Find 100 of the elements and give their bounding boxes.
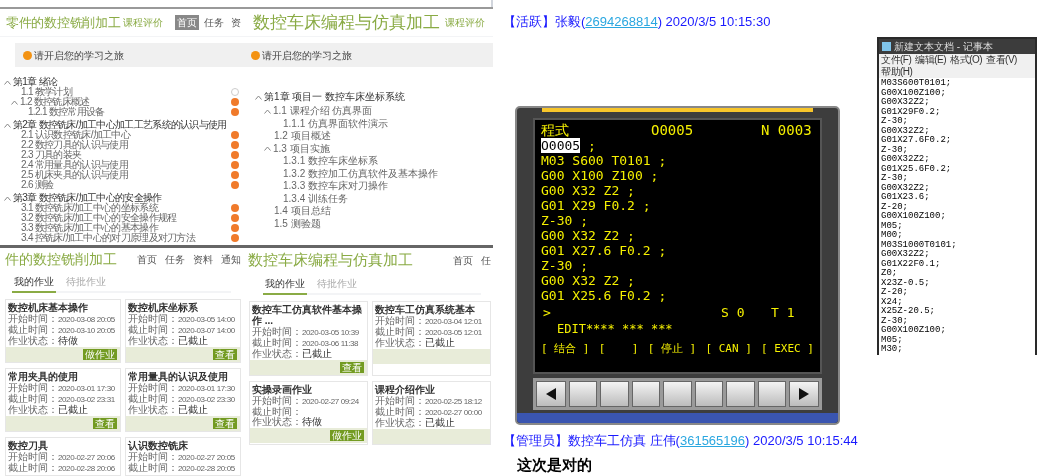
menu-item[interactable]: 编辑(E) (915, 54, 947, 66)
softkey-button[interactable] (757, 380, 786, 407)
nav-link[interactable]: 首页 (137, 251, 157, 267)
outline-item[interactable]: 1.2 数控铣床概述 (20, 97, 90, 107)
menu-item[interactable]: 帮助(H) (881, 66, 913, 78)
outline-item[interactable]: 第3章 数控铣床/加工中心的安全操作 (13, 193, 162, 203)
text-line: Z-30; (881, 174, 909, 184)
assignment-info: 开始时间：2020-02-27 20:06 (8, 452, 116, 463)
nav-link[interactable]: 任务 (165, 251, 185, 267)
softkey-button[interactable] (600, 380, 629, 407)
outline-item[interactable]: 2.1 认识数控铣床/加工中心 (21, 130, 130, 140)
assignment-info: 截止时间：2020-02-28 20:06 (8, 463, 116, 474)
assignment-title[interactable]: 常用量具的认识及使用 (128, 371, 238, 382)
chevron-up-icon[interactable] (4, 195, 11, 201)
nav-tab[interactable]: 任务 (202, 15, 226, 30)
softkey-button[interactable] (569, 380, 598, 407)
outline-item[interactable]: 第1章 绪论 (13, 77, 58, 87)
nav-tab[interactable]: 资 (229, 15, 243, 30)
nav-link[interactable]: 任 (481, 252, 491, 268)
view-button[interactable]: 做作业 (83, 349, 117, 360)
outline-item[interactable]: 2.4 常用量具的认识与使用 (21, 160, 128, 170)
menu-item[interactable]: 格式(O) (950, 54, 983, 66)
menu-item[interactable]: 查看(V) (986, 54, 1017, 66)
outline-item[interactable]: 1.3.4 训练任务 (283, 192, 349, 205)
softkey-label: [ ] (598, 340, 639, 356)
softkey-button[interactable] (663, 380, 692, 407)
outline-item[interactable]: 2.2 数控刀具的认识与使用 (21, 140, 128, 150)
text-line: G00X32Z2; (881, 250, 931, 260)
outline-item[interactable]: 1.2 项目概述 (274, 130, 331, 142)
outline-item[interactable]: 3.2 数控铣床/加工中心的安全操作规程 (21, 213, 177, 223)
chevron-up-icon[interactable] (4, 122, 11, 128)
course-title: 数控车床编程与仿真加工 (253, 11, 440, 34)
outline-item[interactable]: 3.4 控铣床/加工中心的对刀原理及对刀方法 (21, 233, 196, 243)
outline-item[interactable]: 1.4 项目总结 (274, 205, 331, 217)
outline-item[interactable]: 1.3.1 数控车床坐标系 (283, 155, 379, 167)
softkey-button[interactable] (726, 380, 755, 407)
notepad-icon (882, 42, 891, 51)
assignment-title[interactable]: 数控车工仿真软件基本操作 ... (252, 304, 365, 326)
left-arrow-button[interactable] (536, 380, 566, 407)
assignment-title[interactable]: 认识数控铣床 (128, 440, 238, 451)
menu-item[interactable]: 文件(F) (881, 54, 912, 66)
text-line: G01X23.6; (881, 193, 931, 203)
text-line: X23Z-0.5; (881, 278, 931, 288)
outline-item[interactable]: 1.2.1 数控常用设备 (28, 107, 105, 117)
text-line: G00X100Z100; (881, 326, 947, 336)
outline-item[interactable]: 第1章 项目一 数控车床坐标系统 (264, 91, 406, 103)
chevron-up-icon[interactable] (264, 108, 271, 114)
text-line: G00X32Z2; (881, 98, 931, 108)
program-line: G00 X32 Z2 ; (541, 227, 636, 243)
assignment-title[interactable]: 常用夹具的使用 (8, 371, 118, 382)
nav-link[interactable]: 通知 (221, 251, 241, 267)
outline-item[interactable]: 3.1 数控铣床/加工中心的坐标系统 (21, 203, 158, 213)
right-arrow-button[interactable] (788, 380, 819, 407)
nav-link[interactable]: 资料 (193, 251, 213, 267)
outline-item[interactable]: 1.1 教学计划 (21, 87, 73, 97)
tab[interactable]: 我的作业 (263, 276, 307, 295)
outline-item[interactable]: 1.5 测验题 (274, 217, 321, 230)
text-line: G01X27.6F0.2; (881, 136, 953, 146)
assignment-info: 作业状态：待做 (252, 417, 323, 427)
softkey-button[interactable] (631, 380, 661, 407)
assignment-info: 作业状态：已截止 (252, 349, 333, 359)
chevron-up-icon[interactable] (4, 79, 11, 85)
outline-item[interactable]: 1.3 项目实施 (273, 142, 330, 155)
assignment-title[interactable]: 课程介绍作业 (375, 384, 488, 395)
outline-item[interactable]: 3.3 数控铣床/加工中心的基本操作 (21, 223, 158, 233)
assignment-info: 开始时间：2020-03-05 10:39 (252, 327, 360, 338)
outline-item[interactable]: 1.1.1 仿真界面软件演示 (283, 117, 389, 130)
outline-item[interactable]: 第2章 数控铣床/加工中心加工工艺系统的认识与使用 (13, 120, 227, 130)
nav-link[interactable]: 首页 (453, 252, 473, 268)
outline-item[interactable]: 2.5 机床夹具的认识与使用 (21, 170, 128, 180)
assignment-title[interactable]: 数控机床坐标系 (128, 302, 238, 313)
outline-item[interactable]: 1.3.2 数控加工仿真软件及基本操作 (283, 167, 439, 180)
tab[interactable]: 我的作业 (12, 274, 56, 293)
view-button[interactable]: 做作业 (330, 430, 364, 441)
outline-item[interactable]: 1.3.3 数控车床对刀操作 (283, 180, 389, 192)
chevron-up-icon[interactable] (264, 146, 271, 151)
view-button[interactable]: 查看 (93, 418, 117, 429)
text-line: M00; (881, 231, 904, 241)
softkey-button[interactable] (694, 380, 724, 407)
sequence-number: N 0003 (761, 121, 812, 138)
chevron-up-icon[interactable] (11, 99, 18, 105)
prompt-text: > (542, 304, 552, 320)
text-line: M30; (881, 345, 904, 355)
course-title: 零件的数控铣削加工 (6, 13, 121, 32)
banner-text: 请开启您的学习之旅 (262, 48, 352, 63)
outline-item[interactable]: 2.3 刀具的装夹 (21, 150, 82, 160)
view-button[interactable]: 查看 (213, 349, 237, 360)
outline-item[interactable]: 1.1 课程介绍 仿真界面 (273, 105, 373, 117)
mode-text: EDIT**** *** *** (556, 321, 674, 337)
assignment-info: 作业状态：已截止 (128, 405, 209, 415)
chevron-up-icon[interactable] (255, 94, 262, 100)
outline-item[interactable]: 2.6 测验 (21, 180, 54, 190)
view-button[interactable]: 查看 (213, 418, 237, 429)
assignment-title[interactable]: 数控机床基本操作 (8, 302, 118, 313)
assignment-title[interactable]: 数控刀具 (8, 440, 118, 451)
nav-tab[interactable]: 首页 (175, 15, 199, 30)
view-button[interactable]: 查看 (340, 362, 364, 373)
assignment-title[interactable]: 实操录画作业 (252, 384, 365, 395)
text-line: Z-20; (881, 288, 909, 298)
assignment-title[interactable]: 数控车工仿真系统基本 (375, 304, 488, 315)
